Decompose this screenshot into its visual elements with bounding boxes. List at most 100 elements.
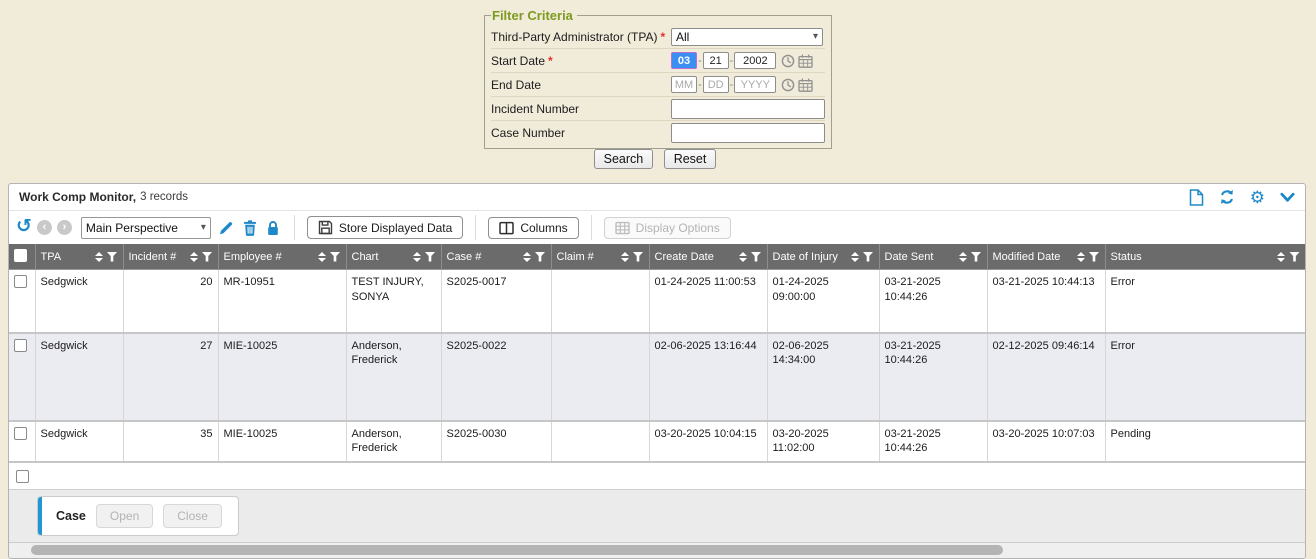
cell-employee: MR-10951 <box>218 270 346 333</box>
start-date-label: Start Date* <box>491 54 671 68</box>
reset-button[interactable]: Reset <box>664 149 717 169</box>
calendar-icon[interactable] <box>798 54 813 68</box>
sort-icon[interactable] <box>621 252 629 262</box>
columns-button[interactable]: Columns <box>488 217 578 239</box>
row-checkbox[interactable] <box>14 427 27 440</box>
toolbar-separator <box>294 215 295 240</box>
column-header-claim[interactable]: Claim # <box>551 244 649 270</box>
delete-trash-icon[interactable] <box>243 220 257 236</box>
case-number-input[interactable] <box>671 123 825 143</box>
cell-date-sent: 03-21-2025 10:44:26 <box>879 270 987 333</box>
filter-funnel-icon[interactable] <box>535 252 546 262</box>
row-checkbox[interactable] <box>14 275 27 288</box>
reset-view-icon[interactable]: ↺ <box>16 217 32 236</box>
refresh-icon[interactable] <box>1219 189 1235 205</box>
column-header-date-of-injury[interactable]: Date of Injury <box>767 244 879 270</box>
filter-funnel-icon[interactable] <box>202 252 213 262</box>
end-date-day-input[interactable]: DD <box>703 76 729 93</box>
column-header-case[interactable]: Case # <box>441 244 551 270</box>
cell-claim <box>551 333 649 421</box>
case-number-row: Case Number <box>491 121 825 144</box>
sort-icon[interactable] <box>413 252 421 262</box>
cell-status: Pending <box>1105 421 1305 463</box>
sort-icon[interactable] <box>851 252 859 262</box>
cell-date-of-injury: 02-06-2025 14:34:00 <box>767 333 879 421</box>
column-header-incident[interactable]: Incident # <box>123 244 218 270</box>
horizontal-scrollbar[interactable] <box>9 542 1305 558</box>
cell-status: Error <box>1105 333 1305 421</box>
column-header-tpa[interactable]: TPA <box>35 244 123 270</box>
tpa-select[interactable]: All ▾ <box>671 28 823 46</box>
row-checkbox[interactable] <box>14 339 27 352</box>
cell-case: S2025-0017 <box>441 270 551 333</box>
end-date-month-input[interactable]: MM <box>671 76 697 93</box>
filter-funnel-icon[interactable] <box>751 252 762 262</box>
save-icon <box>318 220 333 235</box>
panel-accent-stripe <box>38 497 42 535</box>
sort-icon[interactable] <box>318 252 326 262</box>
cell-date-sent: 03-21-2025 10:44:26 <box>879 333 987 421</box>
start-date-year-input[interactable]: 2002 <box>734 52 776 69</box>
sort-icon[interactable] <box>190 252 198 262</box>
case-number-label: Case Number <box>491 126 671 140</box>
scrollbar-thumb[interactable] <box>31 545 1003 555</box>
lock-icon[interactable] <box>266 220 280 236</box>
perspective-select[interactable]: Main Perspective ▾ <box>81 217 211 239</box>
search-button[interactable]: Search <box>594 149 654 169</box>
edit-pencil-icon[interactable] <box>218 220 234 236</box>
next-perspective-icon[interactable]: › <box>57 220 72 235</box>
filter-funnel-icon[interactable] <box>1089 252 1100 262</box>
gear-icon[interactable]: ⚙ <box>1250 189 1265 206</box>
start-date-day-input[interactable]: 21 <box>703 52 729 69</box>
perspective-select-value: Main Perspective <box>86 221 178 235</box>
filter-funnel-icon[interactable] <box>1289 252 1300 262</box>
cell-employee: MIE-10025 <box>218 333 346 421</box>
display-options-grid-icon <box>615 221 630 235</box>
end-date-year-input[interactable]: YYYY <box>734 76 776 93</box>
filter-criteria-legend: Filter Criteria <box>491 8 577 23</box>
calendar-icon[interactable] <box>798 78 813 92</box>
incident-number-row: Incident Number <box>491 97 825 121</box>
toolbar-separator <box>591 215 592 240</box>
sort-icon[interactable] <box>523 252 531 262</box>
sort-icon[interactable] <box>959 252 967 262</box>
tpa-label: Third-Party Administrator (TPA)* <box>491 30 671 44</box>
select-all-checkbox[interactable] <box>14 249 27 262</box>
column-header-modified-date[interactable]: Modified Date <box>987 244 1105 270</box>
date-separator: - <box>730 79 734 91</box>
filter-funnel-icon[interactable] <box>633 252 644 262</box>
new-page-icon[interactable] <box>1189 189 1204 206</box>
start-date-month-input[interactable]: 03 <box>671 52 697 69</box>
column-header-create-date[interactable]: Create Date <box>649 244 767 270</box>
sort-icon[interactable] <box>739 252 747 262</box>
previous-perspective-icon[interactable]: ‹ <box>37 220 52 235</box>
date-separator: - <box>698 79 702 91</box>
filter-funnel-icon[interactable] <box>425 252 436 262</box>
column-header-employee[interactable]: Employee # <box>218 244 346 270</box>
end-date-row: End Date MM - DD - YYYY <box>491 73 825 97</box>
footer-checkbox[interactable] <box>16 470 29 483</box>
close-case-button[interactable]: Close <box>163 504 222 528</box>
store-displayed-data-button[interactable]: Store Displayed Data <box>307 216 463 239</box>
column-header-status[interactable]: Status <box>1105 244 1305 270</box>
filter-funnel-icon[interactable] <box>330 252 341 262</box>
collapse-chevron-icon[interactable] <box>1280 192 1295 203</box>
record-count: 3 records <box>140 191 188 203</box>
open-case-button[interactable]: Open <box>96 504 153 528</box>
sort-icon[interactable] <box>95 252 103 262</box>
work-comp-table: TPA Incident # Employee # Chart Case # C… <box>9 244 1305 463</box>
filter-funnel-icon[interactable] <box>107 252 118 262</box>
cell-create-date: 03-20-2025 10:04:15 <box>649 421 767 463</box>
sort-icon[interactable] <box>1077 252 1085 262</box>
incident-number-input[interactable] <box>671 99 825 119</box>
sort-icon[interactable] <box>1277 252 1285 262</box>
column-header-date-sent[interactable]: Date Sent <box>879 244 987 270</box>
tpa-select-value: All <box>676 30 689 44</box>
display-options-button[interactable]: Display Options <box>604 217 731 239</box>
column-header-chart[interactable]: Chart <box>346 244 441 270</box>
filter-funnel-icon[interactable] <box>863 252 874 262</box>
cell-employee: MIE-10025 <box>218 421 346 463</box>
clock-icon[interactable] <box>781 78 795 92</box>
clock-icon[interactable] <box>781 54 795 68</box>
filter-funnel-icon[interactable] <box>971 252 982 262</box>
